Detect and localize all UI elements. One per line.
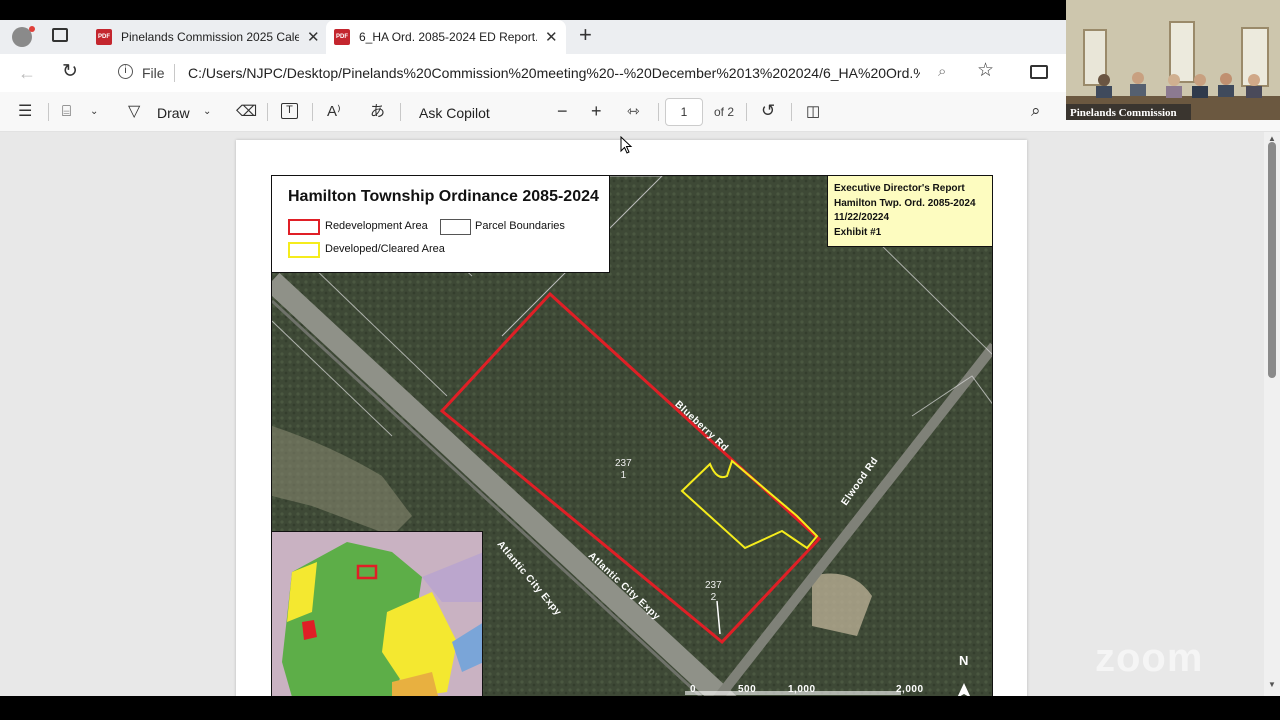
back-icon[interactable]: ← — [18, 63, 36, 83]
meeting-room-video — [1066, 0, 1280, 120]
exhibit-box: Executive Director's Report Hamilton Twp… — [827, 176, 992, 247]
split-screen-icon[interactable] — [1030, 65, 1048, 79]
draw-icon[interactable]: ▽ — [128, 102, 140, 122]
exhibit-line: Executive Director's Report — [834, 183, 965, 194]
video-participant-label: Pinelands Commission — [1070, 107, 1177, 119]
redevelopment-swatch — [288, 219, 320, 235]
favorite-star-icon[interactable]: ☆ — [977, 61, 994, 81]
mouse-cursor — [620, 136, 633, 154]
tab-bar: PDF Pinelands Commission 2025 Calen ✕ PD… — [0, 20, 1066, 54]
address-bar: ← ↻ i File C:/Users/NJPC/Desktop/Pinelan… — [0, 54, 1066, 92]
legend-parcel: Parcel Boundaries — [475, 220, 565, 232]
parcel-swatch — [440, 219, 471, 235]
tab-ha-ord-report[interactable]: PDF 6_HA Ord. 2085-2024 ED Report.p ✕ — [326, 20, 566, 54]
refresh-icon[interactable]: ↻ — [62, 62, 78, 82]
locator-inset-map — [272, 531, 483, 696]
close-tab-icon[interactable]: ✕ — [545, 28, 558, 46]
legend-developed: Developed/Cleared Area — [325, 243, 445, 255]
exhibit-line: Hamilton Twp. Ord. 2085-2024 — [834, 197, 976, 209]
map-figure: Blueberry Rd Elwood Rd Atlantic City Exp… — [271, 175, 993, 696]
tab-actions-icon[interactable] — [52, 28, 68, 42]
search-icon[interactable]: ⌕ — [1031, 101, 1041, 121]
new-tab-button[interactable]: + — [579, 24, 592, 46]
highlight-icon[interactable]: ⌸ — [62, 102, 71, 122]
zoom-icon[interactable]: ⌕ — [938, 62, 946, 82]
chevron-down-icon[interactable]: ⌄ — [203, 102, 211, 122]
info-icon[interactable]: i — [118, 64, 133, 79]
page-total-label: of 2 — [714, 105, 735, 119]
draw-button[interactable]: Draw — [157, 105, 190, 121]
read-aloud-icon[interactable]: A⁾ — [327, 102, 341, 122]
fit-width-icon[interactable]: ⇿ — [627, 102, 640, 122]
page-view-icon[interactable]: ◫ — [806, 102, 820, 122]
pdf-page: Blueberry Rd Elwood Rd Atlantic City Exp… — [236, 140, 1027, 696]
scale-label: 1,000 — [788, 684, 816, 695]
exhibit-line: Exhibit #1 — [834, 226, 882, 238]
pdf-icon: PDF — [334, 29, 350, 45]
zoom-out-icon[interactable]: − — [557, 101, 568, 121]
document-viewer: Blueberry Rd Elwood Rd Atlantic City Exp… — [0, 132, 1264, 696]
pdf-icon: PDF — [96, 29, 112, 45]
close-tab-icon[interactable]: ✕ — [307, 28, 320, 46]
rotate-icon[interactable]: ↺ — [761, 101, 775, 121]
tab-pinelands-calendar[interactable]: PDF Pinelands Commission 2025 Calen ✕ — [88, 20, 324, 54]
text-box-icon[interactable]: T — [281, 103, 298, 119]
ask-copilot-button[interactable]: Ask Copilot — [419, 105, 490, 121]
eraser-icon[interactable]: ⌫ — [236, 102, 257, 122]
map-legend: Hamilton Township Ordinance 2085-2024 Re… — [272, 176, 610, 273]
parcel-label: 237 2 — [705, 580, 722, 603]
zoom-watermark: zoom — [1095, 636, 1204, 680]
vertical-scrollbar[interactable]: ▲ ▼ — [1264, 132, 1280, 696]
tab-title: Pinelands Commission 2025 Calen — [121, 30, 299, 44]
scale-label: 2,000 — [896, 684, 924, 695]
file-label: File — [142, 65, 165, 81]
contents-icon[interactable]: ☰ — [18, 102, 32, 122]
scrollbar-thumb[interactable] — [1268, 142, 1276, 378]
zoom-video-tile[interactable]: Pinelands Commission — [1066, 0, 1280, 120]
url-input[interactable]: C:/Users/NJPC/Desktop/Pinelands%20Commis… — [188, 65, 920, 81]
page-number-input[interactable]: 1 — [665, 98, 703, 126]
north-arrow-label: N — [959, 653, 969, 668]
chevron-down-icon[interactable]: ⌄ — [90, 102, 98, 122]
scale-label: 0 — [690, 684, 697, 695]
scale-label: 500 — [738, 684, 757, 695]
inset-map-graphic — [272, 532, 482, 696]
bottom-bar — [0, 696, 1280, 720]
translate-icon[interactable]: あ — [370, 102, 385, 122]
zoom-in-icon[interactable]: + — [591, 101, 602, 121]
map-title: Hamilton Township Ordinance 2085-2024 — [288, 188, 599, 205]
legend-redevelopment: Redevelopment Area — [325, 220, 428, 232]
notification-dot — [29, 26, 35, 32]
pdf-toolbar: ☰ ⌸ ⌄ ▽ Draw ⌄ ⌫ T A⁾ あ Ask Copilot − + … — [0, 92, 1066, 132]
developed-swatch — [288, 242, 320, 258]
exhibit-line: 11/22/20224 — [834, 212, 890, 223]
tab-title: 6_HA Ord. 2085-2024 ED Report.p — [359, 30, 537, 44]
parcel-label: 237 1 — [615, 458, 632, 481]
